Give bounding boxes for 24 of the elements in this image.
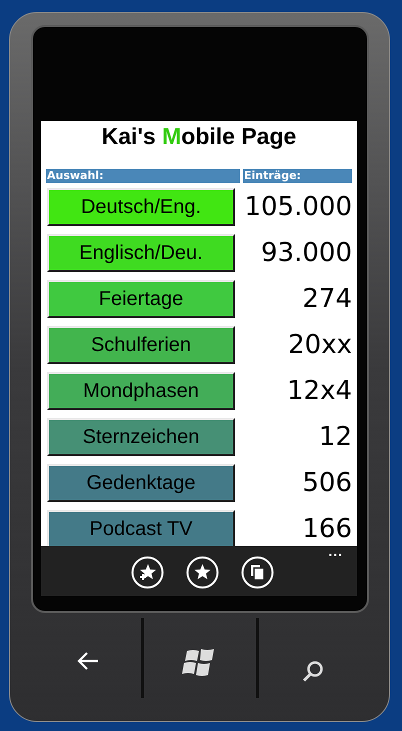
category-button[interactable]: Schulferien: [47, 326, 235, 364]
windows-logo-icon[interactable]: [182, 648, 216, 678]
category-button[interactable]: Deutsch/Eng.: [47, 188, 235, 226]
category-button[interactable]: Feiertage: [47, 280, 235, 318]
entry-count: 20xx: [288, 330, 352, 360]
more-button[interactable]: ...: [328, 544, 343, 558]
category-button[interactable]: Podcast TV: [47, 510, 235, 546]
back-icon[interactable]: [77, 651, 99, 671]
copy-icon[interactable]: [240, 556, 274, 589]
entry-count: 105.000: [244, 192, 352, 222]
entry-count: 166: [302, 514, 352, 544]
entry-count: 93.000: [261, 238, 352, 268]
entry-count: 12x4: [286, 376, 352, 406]
column-header: Einträge:: [243, 169, 352, 183]
category-button[interactable]: Englisch/Deu.: [47, 234, 235, 272]
search-icon[interactable]: [302, 660, 324, 682]
entry-count: 12: [318, 422, 352, 452]
entry-count: 274: [302, 284, 352, 314]
column-header: Auswahl:: [46, 169, 240, 183]
category-button[interactable]: Sternzeichen: [47, 418, 235, 456]
category-button[interactable]: Gedenktage: [47, 464, 235, 502]
category-button[interactable]: Mondphasen: [47, 372, 235, 410]
entry-count: 506: [302, 468, 352, 498]
page-title: Kai's Mobile Page: [100, 122, 298, 149]
